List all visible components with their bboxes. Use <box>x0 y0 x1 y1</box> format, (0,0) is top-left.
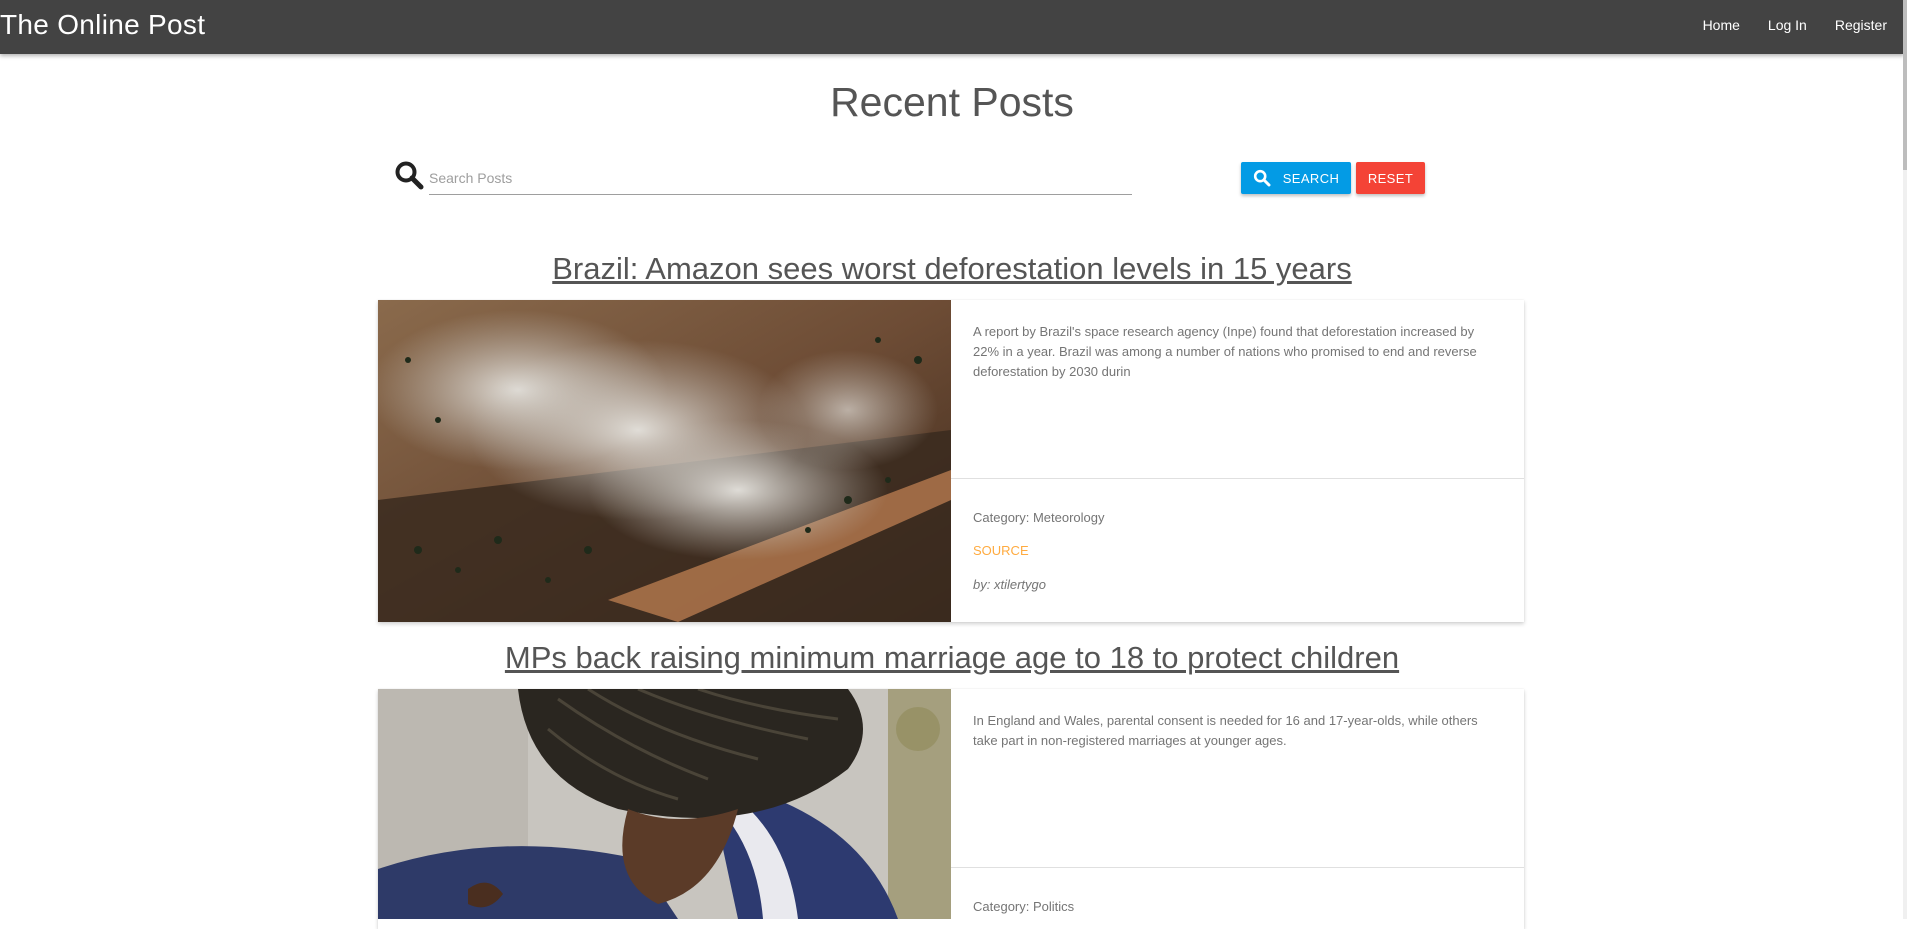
post-category: Category: Meteorology <box>973 510 1105 525</box>
braided-hair-girl-image <box>378 689 951 919</box>
post-title[interactable]: MPs back raising minimum marriage age to… <box>0 640 1904 676</box>
aerial-forest-fire-image <box>378 300 951 622</box>
brand-logo[interactable]: The Online Post <box>0 9 205 41</box>
nav-link-login[interactable]: Log In <box>1768 17 1807 33</box>
post-card-body: A report by Brazil's space research agen… <box>951 300 1524 622</box>
card-divider <box>951 478 1524 479</box>
post-card: A report by Brazil's space research agen… <box>378 300 1524 622</box>
post-description: A report by Brazil's space research agen… <box>973 324 1477 379</box>
post-category: Category: Politics <box>973 899 1075 914</box>
post-card: In England and Wales, parental consent i… <box>378 689 1524 929</box>
post-card-body: In England and Wales, parental consent i… <box>951 689 1524 929</box>
card-divider <box>951 867 1524 868</box>
page-scrollbar[interactable] <box>1903 0 1907 919</box>
nav-links: Home Log In Register <box>1675 17 1887 33</box>
post-source-link[interactable]: SOURCE <box>973 543 1029 558</box>
search-input[interactable] <box>429 162 1132 195</box>
search-button[interactable]: SEARCH <box>1241 162 1351 194</box>
post-description: In England and Wales, parental consent i… <box>973 713 1478 748</box>
post-title[interactable]: Brazil: Amazon sees worst deforestation … <box>0 251 1904 287</box>
search-button-icon <box>1253 169 1271 187</box>
post-image <box>378 300 951 622</box>
nav-link-register[interactable]: Register <box>1835 17 1887 33</box>
post-author: by: xtilertygo <box>973 577 1046 592</box>
navbar: The Online Post Home Log In Register <box>0 0 1904 54</box>
nav-link-home[interactable]: Home <box>1703 17 1740 33</box>
reset-button[interactable]: RESET <box>1356 162 1425 194</box>
post-image <box>378 689 951 919</box>
search-icon <box>395 161 424 190</box>
search-button-label: SEARCH <box>1282 170 1340 186</box>
page-title: Recent Posts <box>830 79 1074 125</box>
